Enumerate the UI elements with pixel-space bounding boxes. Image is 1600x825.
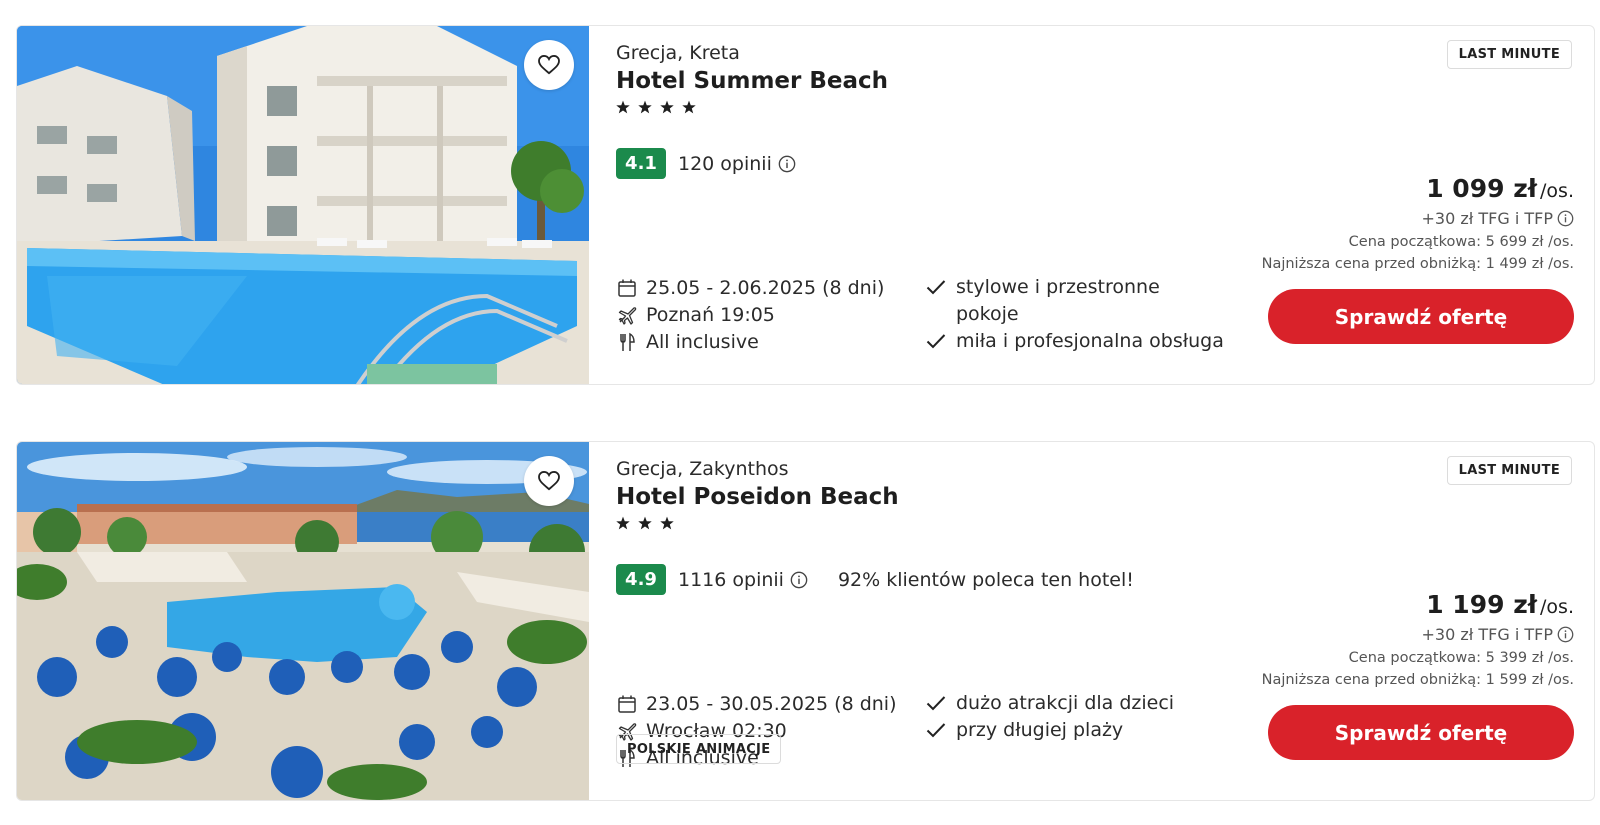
cutlery-icon bbox=[616, 331, 638, 353]
trip-board: All inclusive bbox=[616, 328, 884, 355]
rating-score: 4.9 bbox=[616, 564, 666, 595]
dates-text: 23.05 - 30.05.2025 (8 dni) bbox=[646, 692, 897, 715]
check-icon bbox=[926, 334, 946, 349]
rating-row: 4.9 1116 opinii 92% klientów poleca ten … bbox=[616, 564, 1134, 595]
hotel-stars bbox=[616, 100, 696, 114]
star-icon bbox=[660, 100, 674, 114]
heart-icon bbox=[538, 471, 560, 491]
price-block: 1 199 zł/os. +30 zł TFG i TFP Cena począ… bbox=[1262, 590, 1574, 688]
reviews-link[interactable]: 120 opinii bbox=[678, 153, 772, 175]
feature-item: dużo atrakcji dla dzieci bbox=[926, 690, 1226, 717]
last-minute-badge: LAST MINUTE bbox=[1446, 456, 1572, 485]
offer-info: Grecja, Zakynthos Hotel Poseidon Beach 4… bbox=[616, 442, 1594, 800]
lowest-price: Najniższa cena przed obniżką: 1 499 zł /… bbox=[1261, 256, 1574, 272]
feature-item: stylowe i przestronne pokoje bbox=[926, 274, 1226, 328]
info-icon[interactable] bbox=[1557, 626, 1574, 643]
check-offer-button[interactable]: Sprawdź ofertę bbox=[1268, 705, 1574, 760]
price: 1 099 zł/os. bbox=[1262, 174, 1574, 203]
check-icon bbox=[926, 280, 946, 295]
trip-departure: Poznań 19:05 bbox=[616, 301, 884, 328]
polish-animations-tag: POLSKIE ANIMACJE bbox=[616, 734, 782, 764]
heart-icon bbox=[538, 55, 560, 75]
favorite-button[interactable] bbox=[524, 40, 574, 90]
info-icon[interactable] bbox=[790, 571, 808, 589]
feature-text: dużo atrakcji dla dzieci bbox=[956, 692, 1175, 714]
tfg-fee: +30 zł TFG i TFP bbox=[1262, 209, 1574, 228]
feature-text: stylowe i przestronne pokoje bbox=[956, 276, 1160, 325]
hotel-location: Grecja, Zakynthos bbox=[616, 458, 789, 480]
hotel-stars bbox=[616, 516, 674, 530]
reviews-link[interactable]: 1116 opinii bbox=[678, 569, 784, 591]
dates-text: 25.05 - 2.06.2025 (8 dni) bbox=[646, 276, 885, 299]
hotel-features: dużo atrakcji dla dzieci przy długiej pl… bbox=[926, 690, 1226, 744]
last-minute-badge: LAST MINUTE bbox=[1446, 40, 1572, 69]
hotel-name[interactable]: Hotel Poseidon Beach bbox=[616, 484, 899, 510]
calendar-icon bbox=[616, 277, 638, 299]
tfg-fee: +30 zł TFG i TFP bbox=[1262, 625, 1574, 644]
hotel-features: stylowe i przestronne pokoje miła i prof… bbox=[926, 274, 1226, 355]
feature-text: miła i profesjonalna obsługa bbox=[956, 330, 1224, 352]
offer-info: Grecja, Kreta Hotel Summer Beach 4.1 120… bbox=[616, 26, 1594, 384]
recommend-text: 92% klientów poleca ten hotel! bbox=[837, 568, 1134, 591]
check-offer-button[interactable]: Sprawdź ofertę bbox=[1268, 289, 1574, 344]
initial-price: Cena początkowa: 5 699 zł /os. bbox=[1348, 234, 1574, 250]
trip-dates: 23.05 - 30.05.2025 (8 dni) bbox=[616, 690, 897, 717]
price-value: 1 099 zł bbox=[1426, 174, 1538, 203]
trip-dates: 25.05 - 2.06.2025 (8 dni) bbox=[616, 274, 884, 301]
feature-item: przy długiej plaży bbox=[926, 717, 1226, 744]
favorite-button[interactable] bbox=[524, 456, 574, 506]
star-icon bbox=[616, 100, 630, 114]
hotel-photo[interactable] bbox=[17, 26, 589, 384]
hotel-photo[interactable] bbox=[17, 442, 589, 800]
calendar-icon bbox=[616, 693, 638, 715]
departure-text: Poznań 19:05 bbox=[646, 303, 775, 326]
trip-details: 25.05 - 2.06.2025 (8 dni) Poznań 19:05 A… bbox=[616, 274, 884, 355]
star-icon bbox=[638, 100, 652, 114]
offer-card[interactable]: Grecja, Zakynthos Hotel Poseidon Beach 4… bbox=[16, 441, 1595, 801]
price-value: 1 199 zł bbox=[1426, 590, 1538, 619]
price-unit: /os. bbox=[1540, 596, 1574, 618]
tfg-text: +30 zł TFG i TFP bbox=[1421, 209, 1554, 228]
price: 1 199 zł/os. bbox=[1262, 590, 1574, 619]
star-icon bbox=[682, 100, 696, 114]
initial-price: Cena początkowa: 5 399 zł /os. bbox=[1348, 650, 1574, 666]
rating-score: 4.1 bbox=[616, 148, 666, 179]
feature-text: przy długiej plaży bbox=[956, 719, 1124, 741]
star-icon bbox=[638, 516, 652, 530]
price-unit: /os. bbox=[1540, 180, 1574, 202]
rating-row: 4.1 120 opinii bbox=[616, 148, 796, 179]
star-icon bbox=[616, 516, 630, 530]
star-icon bbox=[660, 516, 674, 530]
hotel-name[interactable]: Hotel Summer Beach bbox=[616, 68, 888, 94]
feature-item: miła i profesjonalna obsługa bbox=[926, 328, 1226, 355]
price-block: 1 099 zł/os. +30 zł TFG i TFP Cena począ… bbox=[1262, 174, 1574, 272]
check-icon bbox=[926, 723, 946, 738]
info-icon[interactable] bbox=[778, 155, 796, 173]
plane-icon bbox=[616, 304, 638, 326]
check-icon bbox=[926, 696, 946, 711]
board-text: All inclusive bbox=[646, 330, 759, 353]
hotel-location: Grecja, Kreta bbox=[616, 42, 740, 64]
lowest-price: Najniższa cena przed obniżką: 1 599 zł /… bbox=[1261, 672, 1574, 688]
info-icon[interactable] bbox=[1557, 210, 1574, 227]
tfg-text: +30 zł TFG i TFP bbox=[1421, 625, 1554, 644]
offer-card[interactable]: Grecja, Kreta Hotel Summer Beach 4.1 120… bbox=[16, 25, 1595, 385]
